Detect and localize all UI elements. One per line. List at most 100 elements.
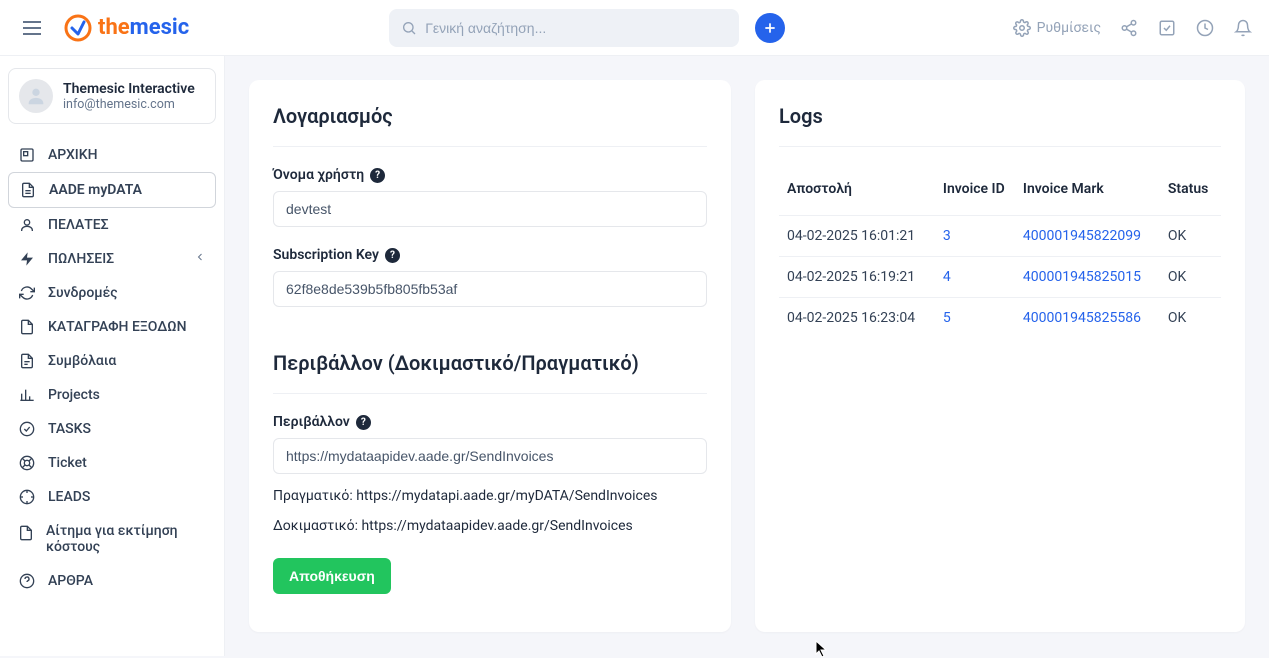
file-blank-icon [18,525,34,541]
logs-table: Αποστολή Invoice ID Invoice Mark Status … [779,171,1221,338]
global-search[interactable] [389,9,739,47]
cell-sent: 04-02-2025 16:19:21 [779,257,935,298]
invoice-mark-link[interactable]: 400001945825015 [1023,269,1141,285]
invoice-id-link[interactable]: 5 [943,310,951,326]
search-icon [401,20,417,36]
sidebar-item-label: Συνδρομές [48,285,118,301]
user-email: info@themesic.com [63,97,195,112]
life-ring-icon [18,455,36,471]
sidebar-item-aade-mydata[interactable]: AADE myDATA [8,172,216,208]
sidebar-item-label: Ticket [48,455,87,471]
username-input[interactable] [273,191,707,227]
notifications-button[interactable] [1233,18,1253,38]
table-row: 04-02-2025 16:19:21 4 400001945825015 OK [779,257,1221,298]
sidebar-item-leads[interactable]: LEADS [8,480,216,514]
sidebar-item-contracts[interactable]: Συμβόλαια [8,344,216,378]
logo-text: themesic [98,15,189,40]
cell-status: OK [1160,257,1221,298]
topbar-right: Ρυθμίσεις [1013,18,1253,38]
sidebar-item-label: Projects [48,387,100,403]
invoice-id-link[interactable]: 3 [943,228,951,244]
sidebar-item-projects[interactable]: Projects [8,378,216,412]
sidebar-item-tasks[interactable]: TASKS [8,412,216,446]
save-button[interactable]: Αποθήκευση [273,558,391,594]
col-invoice-id: Invoice ID [935,171,1015,216]
username-label: Όνομα χρήστη [273,167,364,183]
invoice-id-link[interactable]: 4 [943,269,951,285]
settings-link[interactable]: Ρυθμίσεις [1013,19,1101,37]
search-input[interactable] [425,20,727,36]
sidebar-item-label: ΠΕΛΑΤΕΣ [48,217,109,233]
invoice-mark-link[interactable]: 400001945822099 [1023,228,1141,244]
subkey-label: Subscription Key [273,247,379,263]
col-sent: Αποστολή [779,171,935,216]
history-button[interactable] [1195,18,1215,38]
account-heading: Λογαριασμός [273,104,707,147]
file-icon [18,319,36,335]
question-circle-icon [18,573,36,589]
help-icon[interactable]: ? [370,168,385,183]
sidebar-item-label: LEADS [48,489,90,505]
avatar [19,79,53,113]
hint-test: Δοκιμαστικό: https://mydataapidev.aade.g… [273,518,707,534]
plus-icon [763,21,777,35]
environment-group: Περιβάλλον ? [273,414,707,474]
logo-mark-icon [64,14,92,42]
invoice-mark-link[interactable]: 400001945825586 [1023,310,1141,326]
sidebar-item-label: ΑΡΧΙΚΗ [48,147,98,163]
topbar: themesic Ρυθμίσεις [0,0,1269,56]
user-card[interactable]: Themesic Interactive info@themesic.com [8,68,216,124]
subkey-input[interactable] [273,271,707,307]
share-icon [1120,19,1138,37]
table-row: 04-02-2025 16:23:04 5 400001945825586 OK [779,298,1221,339]
sidebar-nav: ΑΡΧΙΚΗ AADE myDATA ΠΕΛΑΤΕΣ ΠΩΛΗΣΕΙΣ Συνδ… [8,138,216,598]
file-text-icon [18,353,36,369]
hint-real: Πραγματικό: https://mydatapi.aade.gr/myD… [273,488,707,504]
sidebar-item-label: AADE myDATA [49,182,142,198]
document-icon [19,182,37,198]
logs-card: Logs Αποστολή Invoice ID Invoice Mark St… [755,80,1245,632]
subkey-group: Subscription Key ? [273,247,707,307]
account-card: Λογαριασμός Όνομα χρήστη ? Subscription … [249,80,731,632]
check-square-icon [1158,19,1176,37]
share-button[interactable] [1119,18,1139,38]
sidebar-item-ticket[interactable]: Ticket [8,446,216,480]
sidebar-item-label: ΑΡΘΡΑ [48,573,93,589]
sidebar-item-label: Συμβόλαια [48,353,116,369]
sidebar-item-label: Αίτημα για εκτίμηση κόστους [46,523,206,555]
username-group: Όνομα χρήστη ? [273,167,707,227]
chevron-left-icon [194,251,206,267]
add-button[interactable] [755,13,785,43]
sidebar-item-sales[interactable]: ΠΩΛΗΣΕΙΣ [8,242,216,276]
sidebar-item-expenses[interactable]: ΚΑΤΑΓΡΑΦΗ ΕΞΟΔΩΝ [8,310,216,344]
clock-icon [1196,19,1214,37]
help-icon[interactable]: ? [385,248,400,263]
sidebar-item-label: ΚΑΤΑΓΡΑΦΗ ΕΞΟΔΩΝ [48,319,187,335]
environment-heading: Περιβάλλον (Δοκιμαστικό/Πραγματικό) [273,351,707,394]
sidebar-item-estimate-request[interactable]: Αίτημα για εκτίμηση κόστους [8,514,216,564]
cell-status: OK [1160,216,1221,257]
cell-status: OK [1160,298,1221,339]
bell-icon [1234,19,1252,37]
menu-toggle-button[interactable] [16,12,48,44]
check-circle-icon [18,421,36,437]
logo[interactable]: themesic [64,14,189,42]
sidebar-item-subscriptions[interactable]: Συνδρομές [8,276,216,310]
main-content: Λογαριασμός Όνομα χρήστη ? Subscription … [225,56,1269,656]
user-name: Themesic Interactive [63,81,195,97]
logs-heading: Logs [779,104,1221,147]
refresh-icon [18,285,36,301]
hamburger-icon [23,21,41,35]
help-icon[interactable]: ? [356,415,371,430]
environment-label: Περιβάλλον [273,414,350,430]
user-outline-icon [18,217,36,233]
checkbox-button[interactable] [1157,18,1177,38]
bolt-icon [18,251,36,267]
environment-input[interactable] [273,438,707,474]
sidebar-item-articles[interactable]: ΑΡΘΡΑ [8,564,216,598]
cell-sent: 04-02-2025 16:01:21 [779,216,935,257]
home-icon [18,147,36,163]
sidebar-item-home[interactable]: ΑΡΧΙΚΗ [8,138,216,172]
sidebar-item-clients[interactable]: ΠΕΛΑΤΕΣ [8,208,216,242]
table-row: 04-02-2025 16:01:21 3 400001945822099 OK [779,216,1221,257]
